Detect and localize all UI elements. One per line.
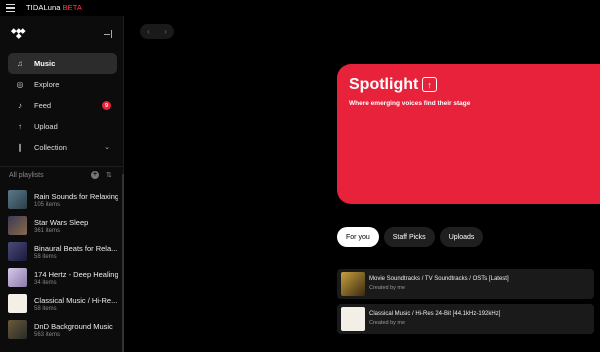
playlist-cover xyxy=(8,268,27,287)
upload-arrow-icon: ↑ xyxy=(18,122,22,131)
sidebar-item-label: Music xyxy=(34,59,56,68)
playlist-count: 361 items xyxy=(34,228,61,234)
sidebar-item-explore[interactable]: ◎ Explore xyxy=(8,74,117,95)
playlist-cover xyxy=(8,216,27,235)
playlist-name: Binaural Beats for Rela... xyxy=(34,244,118,253)
music-note-icon: ♫ xyxy=(17,59,23,68)
playlist-row[interactable]: Movie Soundtracks / TV Soundtracks / OST… xyxy=(337,269,594,299)
divider xyxy=(0,166,124,167)
collapse-sidebar-icon[interactable] xyxy=(104,30,112,38)
playlist-count: 58 items xyxy=(34,306,57,312)
sidebar-item-music[interactable]: ♫ Music xyxy=(8,53,117,74)
playlist-count: 105 items xyxy=(34,202,61,208)
beta-label: BETA xyxy=(62,3,83,12)
playlist-cover xyxy=(8,294,27,313)
playlist-count: 563 items xyxy=(34,332,61,338)
playlist-name: Rain Sounds for Relaxing xyxy=(34,192,118,201)
sidebar-item-upload[interactable]: ↑ Upload xyxy=(8,116,117,137)
row-title: Movie Soundtracks / TV Soundtracks / OST… xyxy=(369,276,509,282)
playlist-item[interactable]: Binaural Beats for Rela... 58 items xyxy=(8,242,118,264)
upload-arrow-icon[interactable]: ↑ xyxy=(422,77,437,92)
tidal-logo-icon[interactable] xyxy=(11,28,26,38)
title-bar: TIDALuna BETA xyxy=(0,0,600,16)
spotlight-title: Spotlight xyxy=(349,76,419,93)
playlist-count: 58 items xyxy=(34,254,57,260)
playlist-name: 174 Hertz - Deep Healing xyxy=(34,270,118,279)
row-title: Classical Music / Hi-Res 24-Bit [44.1kHz… xyxy=(369,311,501,317)
sidebar-item-feed[interactable]: ♪ Feed 9 xyxy=(8,95,117,116)
sidebar-item-label: Collection xyxy=(34,143,67,152)
playlist-item[interactable]: 174 Hertz - Deep Healing 34 items xyxy=(8,268,118,290)
playlist-cover xyxy=(8,320,27,339)
playlist-item[interactable]: Rain Sounds for Relaxing 105 items xyxy=(8,190,118,212)
sidebar-item-label: Explore xyxy=(34,80,60,89)
bell-icon: ♪ xyxy=(18,101,22,110)
playlist-name: DnD Background Music xyxy=(34,322,113,331)
playlist-cover xyxy=(8,242,27,261)
playlist-row[interactable]: Classical Music / Hi-Res 24-Bit [44.1kHz… xyxy=(337,304,594,334)
tab-uploads[interactable]: Uploads xyxy=(439,227,484,247)
tab-staff-picks[interactable]: Staff Picks xyxy=(383,227,435,247)
playlist-item[interactable]: Classical Music / Hi-Re... 58 items xyxy=(8,294,118,316)
playlist-name: Classical Music / Hi-Re... xyxy=(34,296,118,305)
spotlight-banner[interactable]: Spotlight ↑ Where emerging voices find t… xyxy=(337,64,600,204)
forward-arrow-icon[interactable]: › xyxy=(164,27,167,36)
playlist-name: Star Wars Sleep xyxy=(34,218,89,227)
app-title: TIDALuna BETA xyxy=(26,3,82,12)
sidebar-scrollbar[interactable] xyxy=(122,174,124,352)
row-cover xyxy=(341,307,365,331)
back-arrow-icon[interactable]: ‹ xyxy=(147,27,150,36)
sidebar-item-label: Feed xyxy=(34,101,52,110)
notification-badge: 9 xyxy=(102,101,111,110)
app-name: TIDALuna xyxy=(26,3,61,12)
sort-icon[interactable]: ⇅ xyxy=(106,171,112,179)
sidebar-item-label: Upload xyxy=(34,122,58,131)
row-cover xyxy=(341,272,365,296)
row-subtitle: Created by me xyxy=(369,285,406,291)
hamburger-menu-icon[interactable] xyxy=(6,4,15,12)
playlist-item[interactable]: DnD Background Music 563 items xyxy=(8,320,118,342)
playlist-cover xyxy=(8,190,27,209)
collection-icon: ∥ xyxy=(18,143,22,152)
chevron-down-icon: ⌄ xyxy=(104,144,110,151)
tab-bar: For you Staff Picks Uploads xyxy=(337,227,488,247)
sidebar: ♫ Music ◎ Explore ♪ Feed 9 ↑ Upload ∥ Co… xyxy=(0,16,124,352)
add-playlist-icon[interactable]: + xyxy=(91,171,99,179)
playlists-header: All playlists xyxy=(9,172,44,179)
history-nav: ‹ › xyxy=(140,24,174,39)
playlist-item[interactable]: Star Wars Sleep 361 items xyxy=(8,216,118,238)
compass-icon: ◎ xyxy=(16,80,24,89)
playlist-count: 34 items xyxy=(34,280,57,286)
tab-for-you[interactable]: For you xyxy=(337,227,379,247)
row-subtitle: Created by me xyxy=(369,320,406,326)
sidebar-item-collection[interactable]: ∥ Collection ⌄ xyxy=(8,137,117,158)
spotlight-subtitle: Where emerging voices find their stage xyxy=(349,100,471,107)
